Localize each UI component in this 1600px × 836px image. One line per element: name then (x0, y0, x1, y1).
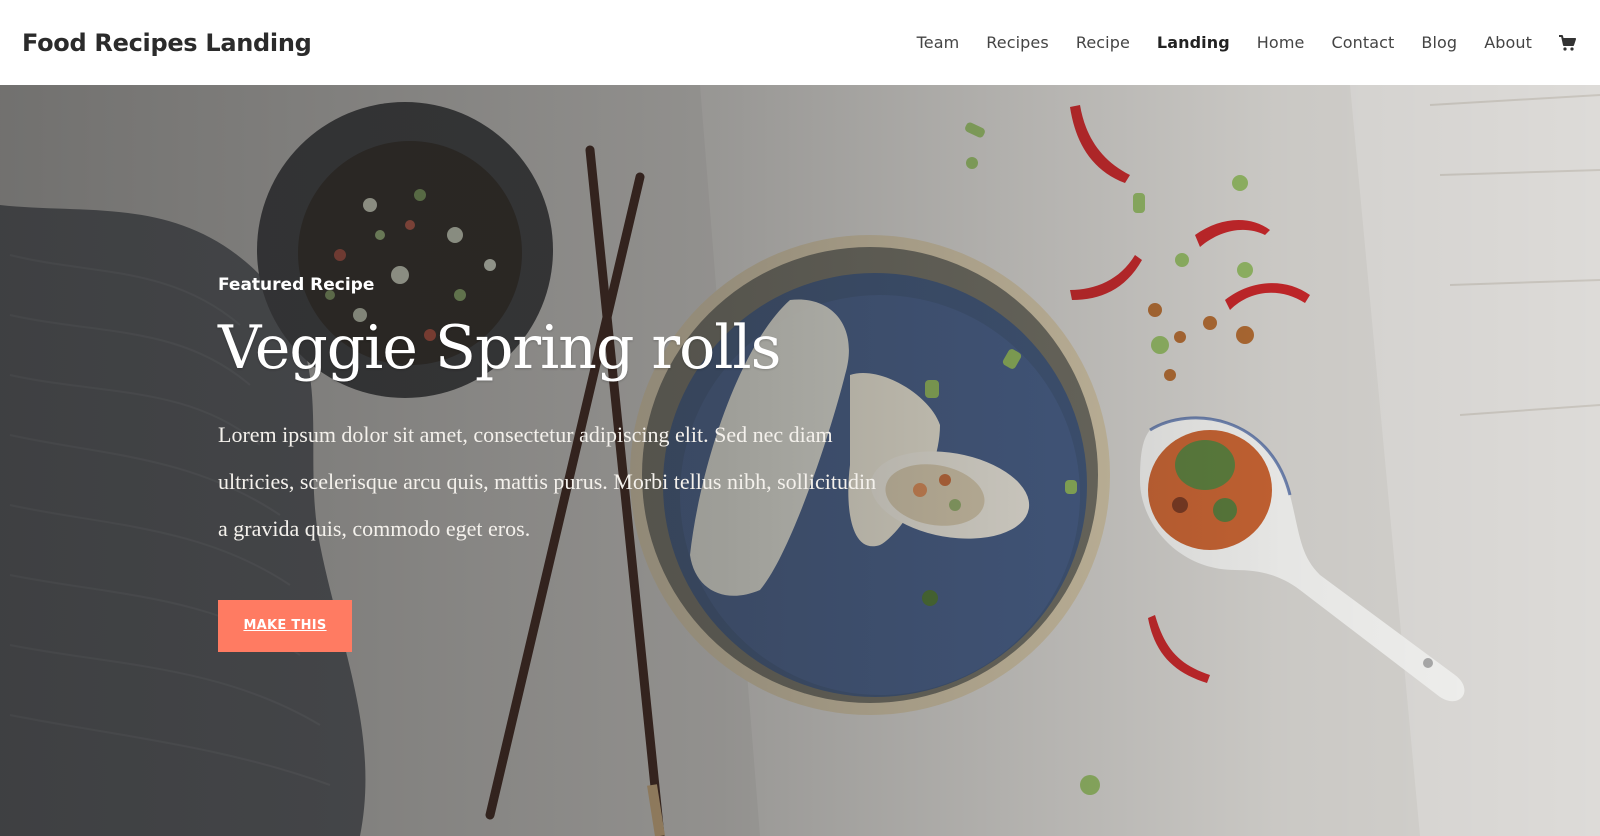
nav-item-landing[interactable]: Landing (1157, 33, 1230, 52)
hero-title: Veggie Spring rolls (218, 313, 781, 383)
nav-item-recipes[interactable]: Recipes (986, 33, 1049, 52)
make-this-button[interactable]: MAKE THIS (218, 600, 352, 652)
nav-item-recipe[interactable]: Recipe (1076, 33, 1130, 52)
nav-item-blog[interactable]: Blog (1421, 33, 1457, 52)
hero-content: Featured Recipe Veggie Spring rolls Lore… (218, 275, 918, 652)
nav-item-home[interactable]: Home (1257, 33, 1305, 52)
nav-item-contact[interactable]: Contact (1331, 33, 1394, 52)
hero-eyebrow: Featured Recipe (218, 275, 375, 295)
nav-item-team[interactable]: Team (917, 33, 960, 52)
site-logo[interactable]: Food Recipes Landing (22, 29, 312, 57)
hero-section: Featured Recipe Veggie Spring rolls Lore… (0, 85, 1600, 836)
nav-item-about[interactable]: About (1484, 33, 1532, 52)
site-header: Food Recipes Landing Team Recipes Recipe… (0, 0, 1600, 85)
main-nav: Team Recipes Recipe Landing Home Contact… (890, 33, 1576, 52)
cart-icon[interactable] (1558, 34, 1576, 52)
hero-description: Lorem ipsum dolor sit amet, consectetur … (218, 422, 877, 541)
